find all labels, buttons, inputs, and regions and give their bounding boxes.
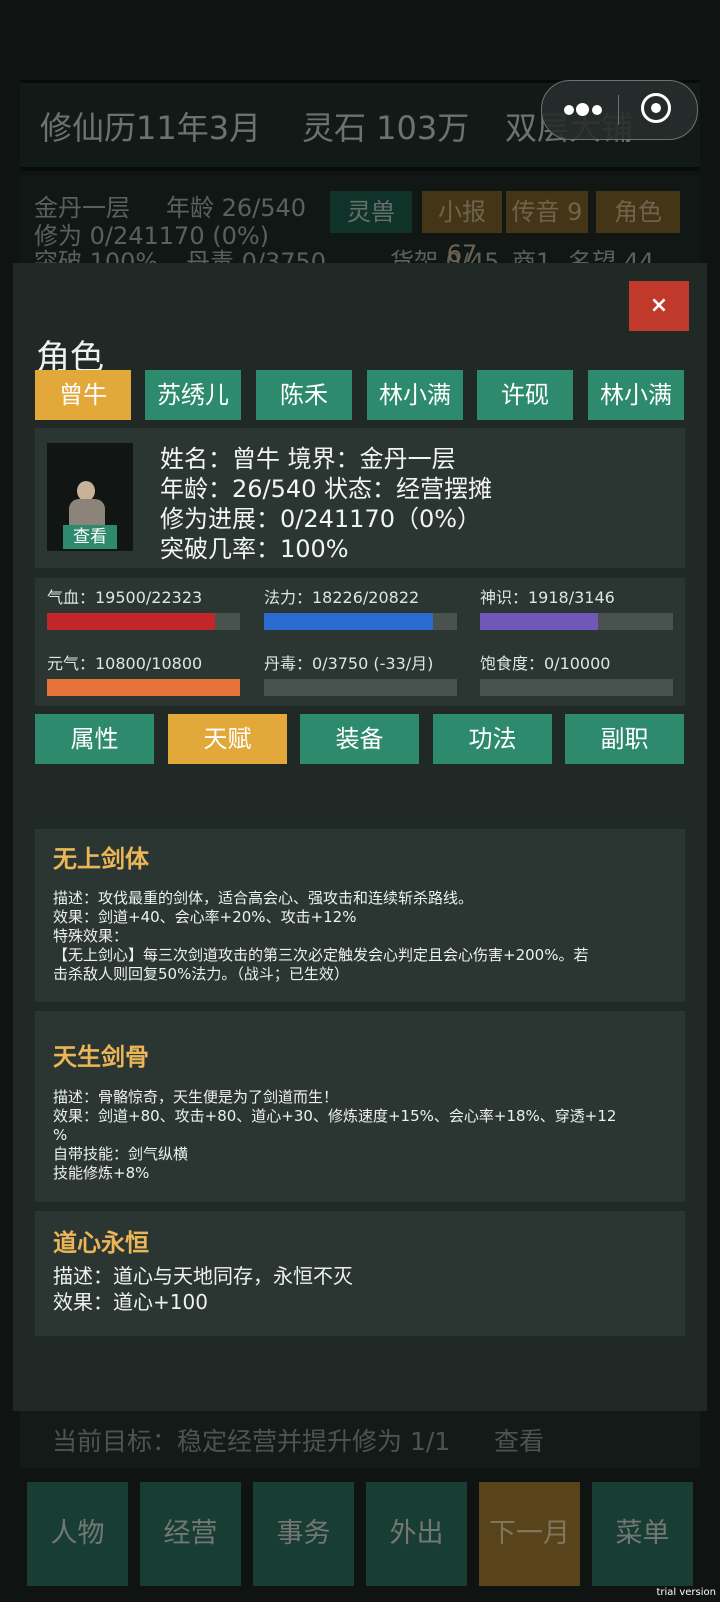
stat-bar-fill [47, 679, 240, 696]
talent-line: 击杀敌人则回复50%法力。（战斗；已生效） [53, 965, 349, 983]
tab-side-job[interactable]: 副职 [565, 714, 684, 764]
character-figure-icon [77, 481, 95, 501]
stat-bar [264, 613, 457, 630]
stat-label: 法力：18226/20822 [264, 588, 420, 607]
close-miniprogram-icon[interactable] [641, 93, 671, 123]
talent-name: 道心永恒 [53, 1229, 149, 1257]
stat-label: 丹毒：0/3750 (-33/月) [264, 654, 434, 673]
tab-equipment[interactable]: 装备 [300, 714, 419, 764]
character-tab-5[interactable]: 许砚 [477, 370, 573, 420]
stat-bar [47, 613, 240, 630]
stat-label: 饱食度：0/10000 [480, 654, 611, 673]
talent-line: 效果：剑道+80、攻击+80、道心+30、修炼速度+15%、会心率+18%、穿透… [53, 1107, 617, 1125]
close-button[interactable]: × [629, 281, 689, 331]
stat-label: 气血：19500/22323 [47, 588, 203, 607]
trial-version-text: trial version [656, 1587, 716, 1598]
talent-line: 描述：道心与天地同存，永恒不灭 [53, 1264, 353, 1288]
talent-card-3: 道心永恒 描述：道心与天地同存，永恒不灭 效果：道心+100 [35, 1211, 685, 1336]
miniprogram-capsule [541, 80, 698, 140]
talent-line: 自带技能：剑气纵横 [53, 1145, 189, 1163]
talent-line: 【无上剑心】每三次剑道攻击的第三次必定触发会心判定且会心伤害+200%。若 [53, 946, 589, 964]
talent-line: 效果：剑道+40、会心率+20%、攻击+12% [53, 908, 357, 926]
info-breakthrough: 突破几率：100% [160, 535, 349, 563]
stat-bar-fill [264, 613, 433, 630]
talent-line: 描述：攻伐最重的剑体，适合高会心、强攻击和连续斩杀路线。 [53, 889, 474, 907]
character-tab-2[interactable]: 苏绣儿 [145, 370, 241, 420]
stat-label: 元气：10800/10800 [47, 654, 203, 673]
character-tab-4[interactable]: 林小满 [367, 370, 463, 420]
stat-bar [480, 613, 673, 630]
talent-card-1: 无上剑体 描述：攻伐最重的剑体，适合高会心、强攻击和连续斩杀路线。 效果：剑道+… [35, 829, 685, 1002]
tab-techniques[interactable]: 功法 [433, 714, 552, 764]
avatar: 查看 [47, 443, 133, 551]
view-portrait-button[interactable]: 查看 [63, 525, 117, 549]
stat-bar [47, 679, 240, 696]
tab-attributes[interactable]: 属性 [35, 714, 154, 764]
stat-bar-fill [480, 613, 598, 630]
tab-talents[interactable]: 天赋 [168, 714, 287, 764]
talent-card-2: 天生剑骨 描述：骨骼惊奇，天生便是为了剑道而生！ 效果：剑道+80、攻击+80、… [35, 1011, 685, 1202]
talent-line: % [53, 1126, 68, 1144]
stat-bar [264, 679, 457, 696]
talent-line: 描述：骨骼惊奇，天生便是为了剑道而生！ [53, 1088, 339, 1106]
talent-name: 天生剑骨 [53, 1043, 149, 1071]
more-icon[interactable] [564, 101, 604, 119]
stat-bar-fill [47, 613, 215, 630]
talent-name: 无上剑体 [53, 845, 149, 873]
talent-line: 特殊效果： [53, 927, 129, 945]
character-tab-6[interactable]: 林小满 [588, 370, 684, 420]
stat-label: 神识：1918/3146 [480, 588, 615, 607]
character-tab-3[interactable]: 陈禾 [256, 370, 352, 420]
talent-line: 技能修炼+8% [53, 1164, 150, 1182]
talent-line: 效果：道心+100 [53, 1290, 208, 1314]
stat-bar [480, 679, 673, 696]
character-tab-1[interactable]: 曾牛 [35, 370, 131, 420]
